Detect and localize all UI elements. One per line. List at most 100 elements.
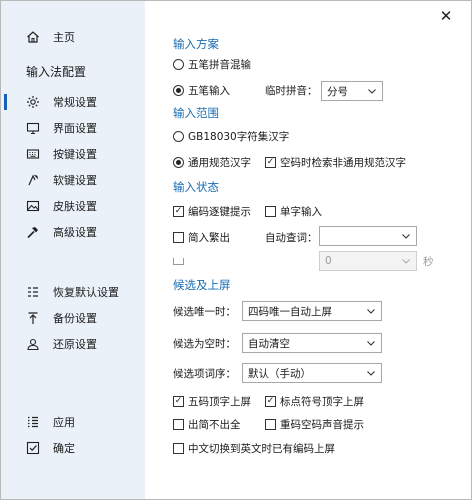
sidebar-item-skin[interactable]: 皮肤设置 — [1, 194, 145, 218]
select-value: 0 — [325, 255, 332, 267]
chevron-down-icon — [367, 371, 375, 376]
checkbox[interactable] — [265, 418, 276, 430]
option-label: GB18030字符集汉字 — [188, 130, 290, 143]
sidebar-item-label: 按键设置 — [53, 148, 97, 161]
checkbox[interactable] — [173, 442, 184, 454]
checkbox[interactable] — [265, 205, 276, 217]
checkbox[interactable]: ✓ — [265, 395, 276, 407]
chevron-down-icon — [368, 89, 376, 94]
radio-common-chars[interactable]: 通用规范汉字 — [173, 154, 251, 170]
radio-wubi-input[interactable]: 五笔输入 — [173, 82, 230, 98]
sidebar-item-label: 皮肤设置 — [53, 200, 97, 213]
restore-defaults-button[interactable]: 恢复默认设置 — [1, 280, 145, 304]
sidebar: 主页 输入法配置 常规设置 界面设置 按键设置 软键设置 皮肤设置 高级设置 恢… — [1, 1, 145, 499]
upload-icon — [26, 311, 40, 325]
candidate-order-label: 候选项词序： — [173, 367, 236, 380]
section-title-candidates: 候选及上屏 — [173, 278, 231, 292]
restore-icon — [26, 285, 40, 299]
sidebar-item-label: 应用 — [53, 416, 75, 429]
select-value: 分号 — [327, 85, 348, 98]
sidebar-item-home[interactable]: 主页 — [1, 25, 145, 49]
gear-icon — [26, 95, 40, 109]
checkbox-empty-code-search[interactable]: ✓ 空码时检索非通用规范汉字 — [265, 154, 406, 170]
option-label: 五码顶字上屏 — [188, 395, 251, 408]
select-value: 自动清空 — [248, 337, 290, 350]
sidebar-item-interface[interactable]: 界面设置 — [1, 116, 145, 140]
temp-pinyin-label: 临时拼音： — [265, 84, 318, 97]
sidebar-item-label: 还原设置 — [53, 338, 97, 351]
checkbox[interactable]: ✓ — [173, 205, 184, 217]
section-title-scheme: 输入方案 — [173, 37, 219, 51]
option-label: 五笔输入 — [188, 84, 230, 97]
checkbox[interactable]: ✓ — [265, 156, 276, 168]
checkbox-single-char[interactable]: 单字输入 — [265, 203, 322, 219]
checkbox[interactable]: ✓ — [173, 395, 184, 407]
checkbox-hidden[interactable] — [173, 258, 184, 265]
keyboard-icon — [26, 147, 40, 161]
radio-mixed-input[interactable]: 五笔拼音混输 — [173, 56, 251, 72]
section-title-range: 输入范围 — [173, 106, 219, 120]
option-label: 标点符号顶字上屏 — [280, 395, 364, 408]
checkbox-dup-sound[interactable]: 重码空码声音提示 — [265, 416, 364, 432]
empty-candidate-label: 候选为空时： — [173, 337, 236, 350]
option-label: 出简不出全 — [188, 418, 241, 431]
sidebar-item-softkeys[interactable]: 软键设置 — [1, 168, 145, 192]
checkbox-no-simple[interactable]: 出简不出全 — [173, 416, 241, 432]
sidebar-item-label: 主页 — [53, 31, 75, 44]
sidebar-item-advanced[interactable]: 高级设置 — [1, 220, 145, 244]
sidebar-item-label: 软键设置 — [53, 174, 97, 187]
user-restore-icon — [26, 337, 40, 351]
picture-icon — [26, 199, 40, 213]
check-box-icon — [26, 441, 40, 455]
apply-button[interactable]: 应用 — [1, 410, 145, 434]
radio-button[interactable] — [173, 84, 184, 96]
sidebar-item-label: 常规设置 — [53, 96, 97, 109]
option-label: 通用规范汉字 — [188, 156, 251, 169]
ok-button[interactable]: 确定 — [1, 436, 145, 460]
chevron-down-icon — [402, 259, 410, 264]
section-title-status: 输入状态 — [173, 180, 219, 194]
empty-candidate-select[interactable]: 自动清空 — [242, 333, 382, 353]
checkbox[interactable] — [173, 418, 184, 430]
sidebar-item-keys[interactable]: 按键设置 — [1, 142, 145, 166]
select-value: 四码唯一自动上屏 — [248, 305, 332, 318]
sidebar-heading: 输入法配置 — [26, 65, 87, 79]
home-icon — [26, 30, 40, 44]
option-label: 五笔拼音混输 — [188, 58, 251, 71]
unique-candidate-label: 候选唯一时： — [173, 305, 236, 318]
option-label: 单字输入 — [280, 205, 322, 218]
sidebar-item-general[interactable]: 常规设置 — [1, 90, 145, 114]
checkbox[interactable] — [173, 231, 184, 243]
candidate-order-select[interactable]: 默认（手动） — [242, 363, 382, 383]
delay-select[interactable]: 0 — [319, 251, 417, 271]
radio-button[interactable] — [173, 58, 184, 70]
settings-window: 主页 输入法配置 常规设置 界面设置 按键设置 软键设置 皮肤设置 高级设置 恢… — [0, 0, 472, 500]
unique-candidate-select[interactable]: 四码唯一自动上屏 — [242, 301, 382, 321]
chevron-down-icon — [367, 309, 375, 314]
delay-unit: 秒 — [423, 255, 434, 268]
checkbox-punct-commit[interactable]: ✓ 标点符号顶字上屏 — [265, 393, 364, 409]
auto-query-select[interactable] — [319, 226, 417, 246]
soft-key-icon — [26, 173, 40, 187]
temp-pinyin-select[interactable]: 分号 — [321, 81, 383, 101]
checkbox-traditional-output[interactable]: 简入繁出 — [173, 229, 230, 245]
option-label: 重码空码声音提示 — [280, 418, 364, 431]
radio-button[interactable] — [173, 130, 184, 142]
monitor-icon — [26, 121, 40, 135]
list-icon — [26, 415, 40, 429]
hammer-icon — [26, 225, 40, 239]
option-label: 编码逐键提示 — [188, 205, 251, 218]
checkbox-fifth-code-commit[interactable]: ✓ 五码顶字上屏 — [173, 393, 251, 409]
checkbox-code-hint[interactable]: ✓ 编码逐键提示 — [173, 203, 251, 219]
checkbox-switch-commit[interactable]: 中文切换到英文时已有编码上屏 — [173, 440, 335, 456]
sidebar-item-label: 确定 — [53, 442, 75, 455]
close-icon[interactable]: ✕ — [437, 7, 455, 25]
radio-gb18030[interactable]: GB18030字符集汉字 — [173, 128, 289, 144]
sidebar-item-label: 界面设置 — [53, 122, 97, 135]
chevron-down-icon — [367, 341, 375, 346]
restore-settings-button[interactable]: 还原设置 — [1, 332, 145, 356]
radio-button[interactable] — [173, 156, 184, 168]
backup-settings-button[interactable]: 备份设置 — [1, 306, 145, 330]
sidebar-item-label: 高级设置 — [53, 226, 97, 239]
option-label: 空码时检索非通用规范汉字 — [280, 156, 406, 169]
